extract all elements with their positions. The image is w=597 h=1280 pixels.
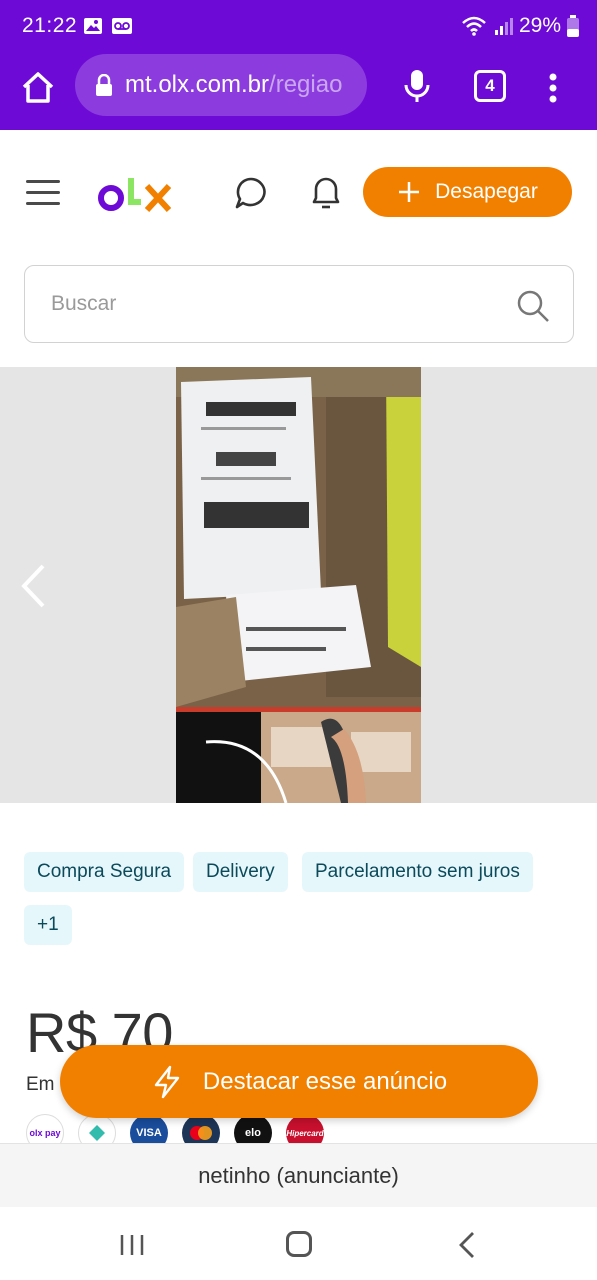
browser-home-icon[interactable] xyxy=(18,68,58,108)
badge-compra-segura: Compra Segura xyxy=(24,852,185,892)
status-bar: 21:22 29% xyxy=(0,0,597,54)
notifications-bell-icon[interactable] xyxy=(306,172,346,212)
listing-photo[interactable] xyxy=(176,367,421,803)
seller-role: (anunciante) xyxy=(276,1163,399,1188)
badge-delivery: Delivery xyxy=(193,852,288,892)
chat-icon[interactable] xyxy=(232,174,270,212)
tab-switcher-button[interactable]: 4 xyxy=(474,70,506,102)
post-ad-label: Desapegar xyxy=(435,180,538,203)
payment-prefix: Em xyxy=(26,1074,55,1095)
seller-bar[interactable]: netinho (anunciante) xyxy=(0,1143,597,1207)
address-bar[interactable]: mt.olx.com.br/regiao xyxy=(75,54,367,116)
back-nav-icon[interactable] xyxy=(456,1231,478,1259)
lightning-icon xyxy=(154,1065,180,1098)
previous-image-arrow-icon[interactable] xyxy=(18,563,48,609)
image-gallery[interactable] xyxy=(0,367,597,803)
url-text: mt.olx.com.br/regiao xyxy=(125,71,343,98)
plus-icon xyxy=(399,182,420,202)
home-nav-icon[interactable] xyxy=(286,1231,312,1257)
post-ad-button[interactable]: Desapegar xyxy=(363,167,572,217)
badge-parcelamento: Parcelamento sem juros xyxy=(302,852,533,892)
photo-illustration xyxy=(176,367,421,803)
status-time: 21:22 xyxy=(22,14,78,37)
system-navigation-bar xyxy=(0,1207,597,1280)
more-options-icon[interactable] xyxy=(540,68,566,108)
wifi-icon xyxy=(462,16,486,36)
browser-toolbar: mt.olx.com.br/regiao 4 xyxy=(0,54,597,130)
battery-percentage: 29% xyxy=(518,14,561,37)
microphone-icon[interactable] xyxy=(400,66,434,106)
hamburger-menu-icon[interactable] xyxy=(26,180,60,206)
seller-name: netinho xyxy=(198,1163,271,1188)
search-input[interactable]: Buscar xyxy=(24,265,574,343)
notification-icons xyxy=(83,16,133,36)
promote-ad-label: Destacar esse anúncio xyxy=(202,1067,448,1095)
promote-ad-button[interactable]: Destacar esse anúncio xyxy=(60,1045,538,1118)
system-icons: 29% xyxy=(461,14,579,38)
badge-more[interactable]: +1 xyxy=(24,905,72,945)
signal-icon xyxy=(494,18,513,35)
olx-logo[interactable] xyxy=(97,168,177,218)
search-placeholder: Buscar xyxy=(51,292,117,315)
site-header: Desapegar xyxy=(0,130,597,250)
search-icon[interactable] xyxy=(515,288,551,324)
lock-icon xyxy=(96,74,112,96)
recent-apps-icon[interactable] xyxy=(118,1233,146,1257)
gallery-notification-icon xyxy=(84,18,102,34)
voicemail-notification-icon xyxy=(112,18,132,34)
battery-icon xyxy=(567,15,579,37)
